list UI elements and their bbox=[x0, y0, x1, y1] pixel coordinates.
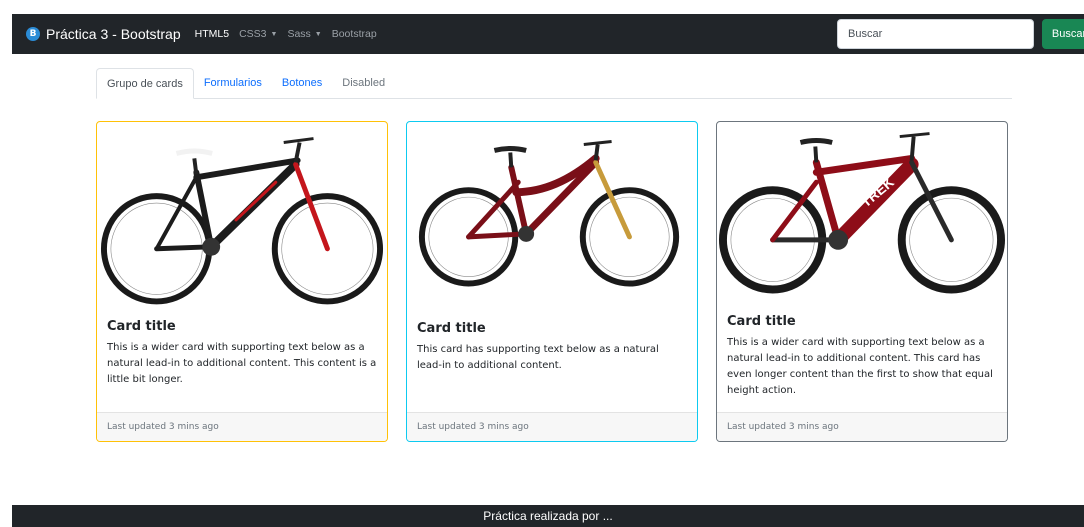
card-body: Card title This card has supporting text… bbox=[417, 321, 687, 374]
tab-botones[interactable]: Botones bbox=[272, 68, 332, 98]
bike-image: TREK bbox=[718, 132, 1006, 294]
card-title: Card title bbox=[107, 319, 176, 334]
bike-image bbox=[418, 140, 680, 287]
bike-image bbox=[100, 137, 384, 305]
card-body: Card title This is a wider card with sup… bbox=[727, 314, 997, 399]
search-input[interactable] bbox=[837, 19, 1034, 49]
card-title: Card title bbox=[727, 314, 796, 329]
nav-dropdown-css3[interactable]: CSS3 ▼ bbox=[239, 28, 277, 40]
tab-grupo-de-cards[interactable]: Grupo de cards bbox=[96, 68, 194, 99]
card-text: This is a wider card with supporting tex… bbox=[727, 337, 993, 396]
page-margin bbox=[0, 0, 12, 527]
footer-text: Práctica realizada por ... bbox=[483, 509, 613, 523]
top-navbar: B Práctica 3 - Bootstrap HTML5 CSS3 ▼ Sa… bbox=[12, 14, 1084, 54]
card-footer: Last updated 3 mins ago bbox=[97, 412, 387, 441]
nav-link-label: Sass bbox=[287, 28, 311, 40]
bike-wheels bbox=[718, 186, 1006, 294]
nav-link-label: Bootstrap bbox=[331, 28, 377, 40]
nav-links: HTML5 CSS3 ▼ Sass ▼ Bootstrap bbox=[195, 28, 387, 40]
caret-down-icon: ▼ bbox=[270, 30, 278, 38]
card-text: This is a wider card with supporting tex… bbox=[107, 342, 377, 385]
caret-down-icon: ▼ bbox=[314, 30, 322, 38]
brand-title[interactable]: Práctica 3 - Bootstrap bbox=[46, 26, 181, 42]
card-footer: Last updated 3 mins ago bbox=[717, 412, 1007, 441]
tab-formularios[interactable]: Formularios bbox=[194, 68, 272, 98]
card-text: This card has supporting text below as a… bbox=[417, 344, 659, 371]
card: Card title This card has supporting text… bbox=[406, 121, 698, 442]
page-footer: Práctica realizada por ... bbox=[12, 505, 1084, 527]
brand[interactable]: B Práctica 3 - Bootstrap bbox=[26, 26, 181, 42]
tab-bar: Grupo de cards Formularios Botones Disab… bbox=[96, 68, 1012, 99]
card-body: Card title This is a wider card with sup… bbox=[107, 319, 377, 388]
tab-disabled: Disabled bbox=[342, 77, 386, 89]
card: Card title This is a wider card with sup… bbox=[96, 121, 388, 442]
nav-link-label: CSS3 bbox=[239, 28, 267, 40]
card-title: Card title bbox=[417, 321, 486, 336]
bootstrap-logo-icon: B bbox=[26, 27, 40, 41]
search-button[interactable]: Buscar bbox=[1042, 19, 1084, 49]
nav-dropdown-sass[interactable]: Sass ▼ bbox=[287, 28, 321, 40]
card: TREK Card title This is a wider card wit… bbox=[716, 121, 1008, 442]
card-footer: Last updated 3 mins ago bbox=[407, 412, 697, 441]
nav-link-bootstrap[interactable]: Bootstrap bbox=[332, 28, 377, 40]
nav-link-html5[interactable]: HTML5 bbox=[195, 28, 229, 40]
bike-wheels bbox=[418, 187, 680, 287]
nav-link-label: HTML5 bbox=[194, 28, 230, 40]
